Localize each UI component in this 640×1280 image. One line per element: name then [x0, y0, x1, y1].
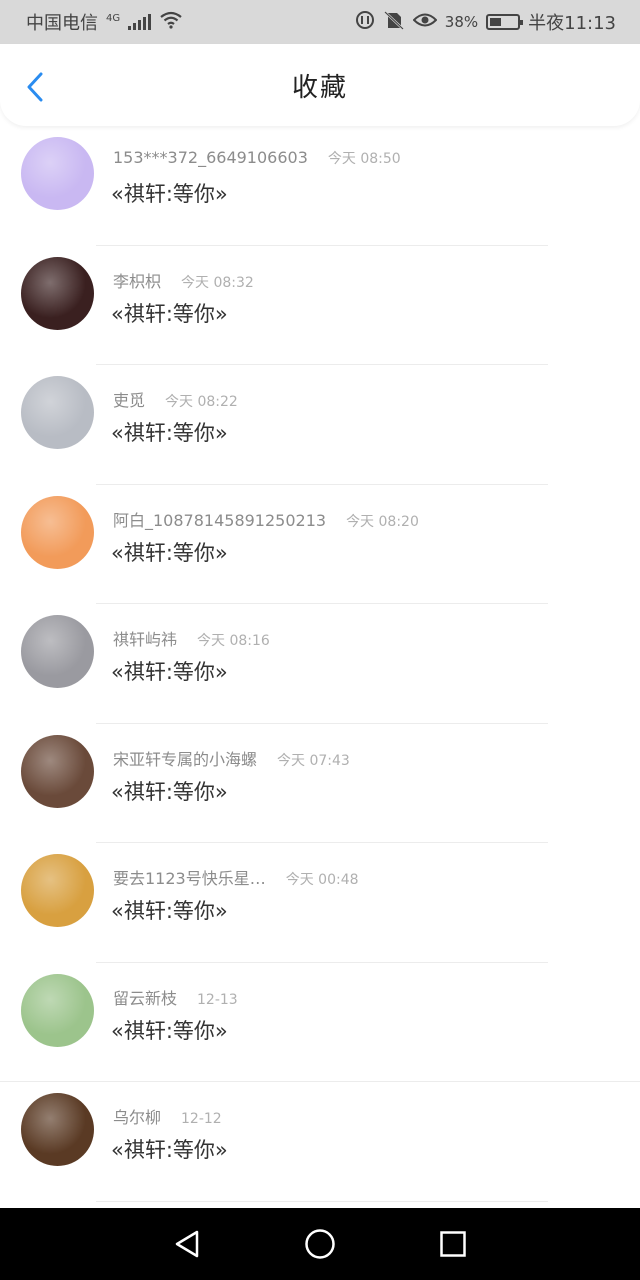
list-item[interactable]: 宋亚轩专属的小海螺 今天 07:43 «祺轩:等你» — [0, 724, 640, 843]
item-meta: 李枳枳 今天 08:32 — [113, 268, 254, 292]
list-item[interactable]: 留云新枝 12-13 «祺轩:等你» — [0, 963, 640, 1082]
timestamp: 今天 08:22 — [165, 394, 238, 410]
eye-comfort-icon — [412, 11, 438, 34]
list-item[interactable]: 要去1123号快乐星… 今天 00:48 «祺轩:等你» — [0, 843, 640, 963]
timestamp: 12-13 — [197, 991, 238, 1008]
divider — [96, 1200, 548, 1202]
item-meta: 吏觅 今天 08:22 — [113, 387, 238, 411]
data-saver-icon — [355, 10, 375, 35]
username: 宋亚轩专属的小海螺 — [113, 749, 258, 769]
avatar[interactable] — [21, 376, 94, 449]
item-content: «祺轩:等你» — [111, 540, 228, 565]
item-meta: 乌尔柳 12-12 — [113, 1104, 222, 1128]
username: 153***372_6649106603 — [113, 148, 308, 167]
item-content: «祺轩:等你» — [111, 660, 228, 684]
username: 乌尔柳 — [113, 1108, 162, 1127]
item-meta: 宋亚轩专属的小海螺 今天 07:43 — [113, 746, 350, 770]
header: 收藏 — [0, 44, 640, 126]
home-circle-icon[interactable] — [300, 1224, 340, 1264]
timestamp: 12-12 — [181, 1111, 222, 1127]
username: 要去1123号快乐星… — [113, 869, 266, 888]
signal-icon — [128, 14, 152, 30]
item-meta: 阿白_10878145891250213 今天 08:20 — [113, 507, 419, 531]
list-item[interactable]: 李枳枳 今天 08:32 «祺轩:等你» — [0, 246, 640, 365]
favorites-list: 153***372_6649106603 今天 08:50 «祺轩:等你» 李枳枳 今天… — [0, 126, 640, 1202]
list-item[interactable]: 吏觅 今天 08:22 «祺轩:等你» — [0, 365, 640, 485]
item-content: «祺轩:等你» — [111, 899, 228, 923]
username: 李枳枳 — [113, 271, 162, 291]
back-button[interactable] — [20, 70, 50, 104]
item-content: «祺轩:等你» — [111, 182, 228, 206]
battery-percent: 38% — [444, 13, 479, 31]
timestamp: 今天 00:48 — [285, 872, 359, 888]
item-content: «祺轩:等你» — [111, 779, 228, 804]
item-content: «祺轩:等你» — [111, 421, 228, 445]
timestamp: 今天 08:50 — [327, 151, 401, 167]
avatar[interactable] — [21, 973, 94, 1047]
wifi-icon — [159, 11, 183, 34]
item-content: «祺轩:等你» — [111, 1018, 228, 1043]
item-meta: 祺轩屿祎 今天 08:16 — [113, 626, 270, 650]
username: 吏觅 — [113, 391, 146, 410]
list-item[interactable]: 乌尔柳 12-12 «祺轩:等你» — [0, 1082, 640, 1202]
no-sim-icon — [383, 10, 405, 35]
timestamp: 今天 08:20 — [346, 513, 419, 530]
timestamp: 今天 08:16 — [197, 633, 270, 649]
timestamp: 今天 07:43 — [277, 752, 350, 769]
avatar[interactable] — [21, 1093, 94, 1166]
status-bar: 中国电信 4G 38% 半夜11:13 — [0, 0, 640, 44]
clock-label: 半夜11:13 — [528, 13, 616, 34]
avatar[interactable] — [21, 615, 94, 688]
item-content: «祺轩:等你» — [111, 1138, 228, 1162]
avatar[interactable] — [21, 495, 94, 569]
list-item[interactable]: 阿白_10878145891250213 今天 08:20 «祺轩:等你» — [0, 485, 640, 604]
chevron-left-icon — [27, 72, 43, 102]
item-content: «祺轩:等你» — [111, 301, 228, 326]
avatar[interactable] — [21, 854, 94, 927]
list-item[interactable]: 祺轩屿祎 今天 08:16 «祺轩:等你» — [0, 604, 640, 724]
back-triangle-icon[interactable] — [167, 1224, 207, 1264]
timestamp: 今天 08:32 — [181, 274, 254, 291]
username: 祺轩屿祎 — [113, 630, 178, 649]
system-navigation-bar — [0, 1208, 640, 1280]
list-item[interactable]: 153***372_6649106603 今天 08:50 «祺轩:等你» — [0, 126, 640, 246]
network-label: 4G — [106, 13, 121, 24]
avatar[interactable] — [21, 137, 94, 210]
avatar[interactable] — [21, 734, 94, 808]
username: 阿白_10878145891250213 — [113, 510, 327, 530]
username: 留云新枝 — [113, 988, 178, 1008]
page-title: 收藏 — [291, 72, 348, 103]
item-meta: 153***372_6649106603 今天 08:50 — [113, 148, 401, 168]
item-meta: 要去1123号快乐星… 今天 00:48 — [113, 865, 359, 889]
recents-square-icon[interactable] — [433, 1224, 473, 1264]
item-meta: 留云新枝 12-13 — [113, 985, 238, 1009]
carrier-label: 中国电信 — [26, 13, 98, 34]
battery-icon — [486, 14, 524, 30]
avatar[interactable] — [21, 256, 94, 330]
